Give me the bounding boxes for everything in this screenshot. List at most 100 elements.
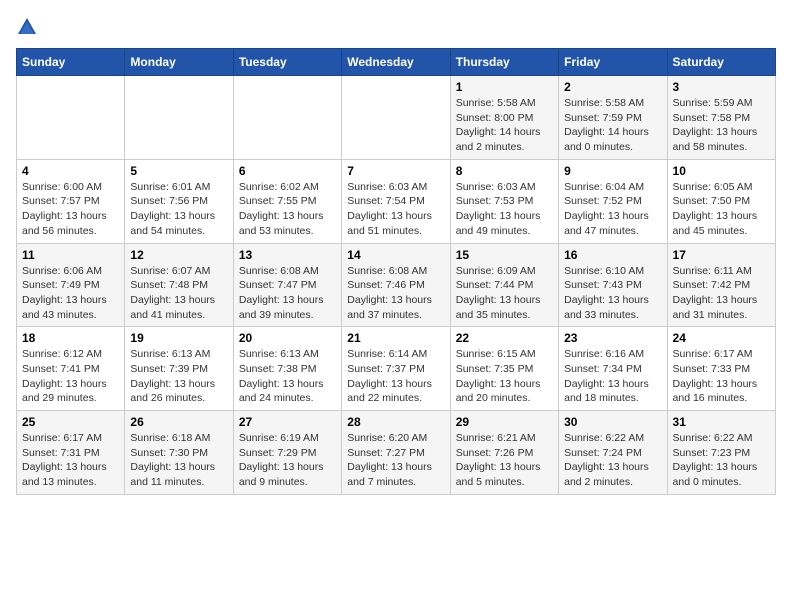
- day-info: Sunrise: 6:00 AM Sunset: 7:57 PM Dayligh…: [22, 180, 119, 239]
- day-info: Sunrise: 6:19 AM Sunset: 7:29 PM Dayligh…: [239, 431, 336, 490]
- calendar-cell: 22 Sunrise: 6:15 AM Sunset: 7:35 PM Dayli…: [450, 327, 558, 411]
- calendar-cell: [125, 76, 233, 160]
- calendar-cell: 30 Sunrise: 6:22 AM Sunset: 7:24 PM Dayli…: [559, 411, 667, 495]
- calendar-cell: 28Sunrise: 6:20 AM Sunset: 7:27 PM Dayli…: [342, 411, 450, 495]
- day-info: Sunrise: 6:16 AM Sunset: 7:34 PM Dayligh…: [564, 347, 661, 406]
- day-number: 5: [130, 164, 227, 178]
- day-number: 6: [239, 164, 336, 178]
- day-info: Sunrise: 6:17 AM Sunset: 7:31 PM Dayligh…: [22, 431, 119, 490]
- day-number: 1: [456, 80, 553, 94]
- day-info: Sunrise: 6:22 AM Sunset: 7:23 PM Dayligh…: [673, 431, 770, 490]
- day-info: Sunrise: 6:21 AM Sunset: 7:26 PM Dayligh…: [456, 431, 553, 490]
- calendar-cell: 11 Sunrise: 6:06 AM Sunset: 7:49 PM Dayli…: [17, 243, 125, 327]
- day-number: 27: [239, 415, 336, 429]
- day-number: 19: [130, 331, 227, 345]
- day-info: Sunrise: 6:11 AM Sunset: 7:42 PM Dayligh…: [673, 264, 770, 323]
- logo: [16, 16, 42, 38]
- weekday-header-friday: Friday: [559, 49, 667, 76]
- day-info: Sunrise: 6:18 AM Sunset: 7:30 PM Dayligh…: [130, 431, 227, 490]
- weekday-header-sunday: Sunday: [17, 49, 125, 76]
- day-info: Sunrise: 6:03 AM Sunset: 7:54 PM Dayligh…: [347, 180, 444, 239]
- weekday-header-tuesday: Tuesday: [233, 49, 341, 76]
- day-number: 10: [673, 164, 770, 178]
- calendar-cell: 19Sunrise: 6:13 AM Sunset: 7:39 PM Dayli…: [125, 327, 233, 411]
- day-number: 22: [456, 331, 553, 345]
- calendar-cell: 3 Sunrise: 5:59 AM Sunset: 7:58 PM Daylig…: [667, 76, 775, 160]
- calendar-week-row: 1Sunrise: 5:58 AM Sunset: 8:00 PM Daylig…: [17, 76, 776, 160]
- calendar-cell: 24 Sunrise: 6:17 AM Sunset: 7:33 PM Dayli…: [667, 327, 775, 411]
- day-info: Sunrise: 6:09 AM Sunset: 7:44 PM Dayligh…: [456, 264, 553, 323]
- calendar-cell: 25 Sunrise: 6:17 AM Sunset: 7:31 PM Dayli…: [17, 411, 125, 495]
- calendar-cell: 9 Sunrise: 6:04 AM Sunset: 7:52 PM Daylig…: [559, 159, 667, 243]
- day-number: 13: [239, 248, 336, 262]
- day-info: Sunrise: 6:22 AM Sunset: 7:24 PM Dayligh…: [564, 431, 661, 490]
- calendar-cell: 21Sunrise: 6:14 AM Sunset: 7:37 PM Dayli…: [342, 327, 450, 411]
- day-info: Sunrise: 5:58 AM Sunset: 7:59 PM Dayligh…: [564, 96, 661, 155]
- calendar-cell: 10 Sunrise: 6:05 AM Sunset: 7:50 PM Dayli…: [667, 159, 775, 243]
- day-number: 21: [347, 331, 444, 345]
- calendar-cell: 20 Sunrise: 6:13 AM Sunset: 7:38 PM Dayli…: [233, 327, 341, 411]
- day-number: 18: [22, 331, 119, 345]
- calendar-week-row: 18 Sunrise: 6:12 AM Sunset: 7:41 PM Dayli…: [17, 327, 776, 411]
- day-number: 26: [130, 415, 227, 429]
- calendar-cell: [233, 76, 341, 160]
- day-number: 7: [347, 164, 444, 178]
- day-info: Sunrise: 6:08 AM Sunset: 7:46 PM Dayligh…: [347, 264, 444, 323]
- logo-icon: [16, 16, 38, 38]
- day-number: 17: [673, 248, 770, 262]
- calendar-cell: 8 Sunrise: 6:03 AM Sunset: 7:53 PM Daylig…: [450, 159, 558, 243]
- day-number: 23: [564, 331, 661, 345]
- day-number: 12: [130, 248, 227, 262]
- weekday-header-saturday: Saturday: [667, 49, 775, 76]
- calendar-cell: 2 Sunrise: 5:58 AM Sunset: 7:59 PM Daylig…: [559, 76, 667, 160]
- day-number: 4: [22, 164, 119, 178]
- day-number: 2: [564, 80, 661, 94]
- day-number: 30: [564, 415, 661, 429]
- calendar-cell: [17, 76, 125, 160]
- day-info: Sunrise: 6:08 AM Sunset: 7:47 PM Dayligh…: [239, 264, 336, 323]
- day-number: 28: [347, 415, 444, 429]
- calendar-table: SundayMondayTuesdayWednesdayThursdayFrid…: [16, 48, 776, 495]
- day-info: Sunrise: 6:10 AM Sunset: 7:43 PM Dayligh…: [564, 264, 661, 323]
- day-number: 8: [456, 164, 553, 178]
- day-number: 24: [673, 331, 770, 345]
- day-info: Sunrise: 6:12 AM Sunset: 7:41 PM Dayligh…: [22, 347, 119, 406]
- day-number: 25: [22, 415, 119, 429]
- calendar-cell: 13 Sunrise: 6:08 AM Sunset: 7:47 PM Dayli…: [233, 243, 341, 327]
- calendar-cell: 15 Sunrise: 6:09 AM Sunset: 7:44 PM Dayli…: [450, 243, 558, 327]
- day-info: Sunrise: 6:02 AM Sunset: 7:55 PM Dayligh…: [239, 180, 336, 239]
- calendar-cell: 14 Sunrise: 6:08 AM Sunset: 7:46 PM Dayli…: [342, 243, 450, 327]
- day-info: Sunrise: 6:03 AM Sunset: 7:53 PM Dayligh…: [456, 180, 553, 239]
- day-number: 14: [347, 248, 444, 262]
- calendar-cell: 17 Sunrise: 6:11 AM Sunset: 7:42 PM Dayli…: [667, 243, 775, 327]
- calendar-cell: [342, 76, 450, 160]
- weekday-header-monday: Monday: [125, 49, 233, 76]
- day-info: Sunrise: 6:04 AM Sunset: 7:52 PM Dayligh…: [564, 180, 661, 239]
- day-info: Sunrise: 6:05 AM Sunset: 7:50 PM Dayligh…: [673, 180, 770, 239]
- calendar-cell: 1Sunrise: 5:58 AM Sunset: 8:00 PM Daylig…: [450, 76, 558, 160]
- day-info: Sunrise: 6:01 AM Sunset: 7:56 PM Dayligh…: [130, 180, 227, 239]
- calendar-week-row: 25 Sunrise: 6:17 AM Sunset: 7:31 PM Dayli…: [17, 411, 776, 495]
- day-info: Sunrise: 6:17 AM Sunset: 7:33 PM Dayligh…: [673, 347, 770, 406]
- day-number: 15: [456, 248, 553, 262]
- calendar-cell: 5 Sunrise: 6:01 AM Sunset: 7:56 PM Daylig…: [125, 159, 233, 243]
- day-number: 29: [456, 415, 553, 429]
- calendar-cell: 18 Sunrise: 6:12 AM Sunset: 7:41 PM Dayli…: [17, 327, 125, 411]
- day-info: Sunrise: 6:07 AM Sunset: 7:48 PM Dayligh…: [130, 264, 227, 323]
- page-header: [16, 16, 776, 38]
- calendar-cell: 7 Sunrise: 6:03 AM Sunset: 7:54 PM Daylig…: [342, 159, 450, 243]
- day-number: 11: [22, 248, 119, 262]
- day-info: Sunrise: 6:15 AM Sunset: 7:35 PM Dayligh…: [456, 347, 553, 406]
- day-number: 9: [564, 164, 661, 178]
- calendar-cell: 4 Sunrise: 6:00 AM Sunset: 7:57 PM Daylig…: [17, 159, 125, 243]
- day-info: Sunrise: 6:06 AM Sunset: 7:49 PM Dayligh…: [22, 264, 119, 323]
- weekday-header-row: SundayMondayTuesdayWednesdayThursdayFrid…: [17, 49, 776, 76]
- calendar-cell: 27 Sunrise: 6:19 AM Sunset: 7:29 PM Dayli…: [233, 411, 341, 495]
- calendar-cell: 12 Sunrise: 6:07 AM Sunset: 7:48 PM Dayli…: [125, 243, 233, 327]
- day-info: Sunrise: 5:59 AM Sunset: 7:58 PM Dayligh…: [673, 96, 770, 155]
- day-number: 3: [673, 80, 770, 94]
- calendar-cell: 6 Sunrise: 6:02 AM Sunset: 7:55 PM Daylig…: [233, 159, 341, 243]
- day-number: 20: [239, 331, 336, 345]
- day-info: Sunrise: 6:13 AM Sunset: 7:38 PM Dayligh…: [239, 347, 336, 406]
- calendar-week-row: 4 Sunrise: 6:00 AM Sunset: 7:57 PM Daylig…: [17, 159, 776, 243]
